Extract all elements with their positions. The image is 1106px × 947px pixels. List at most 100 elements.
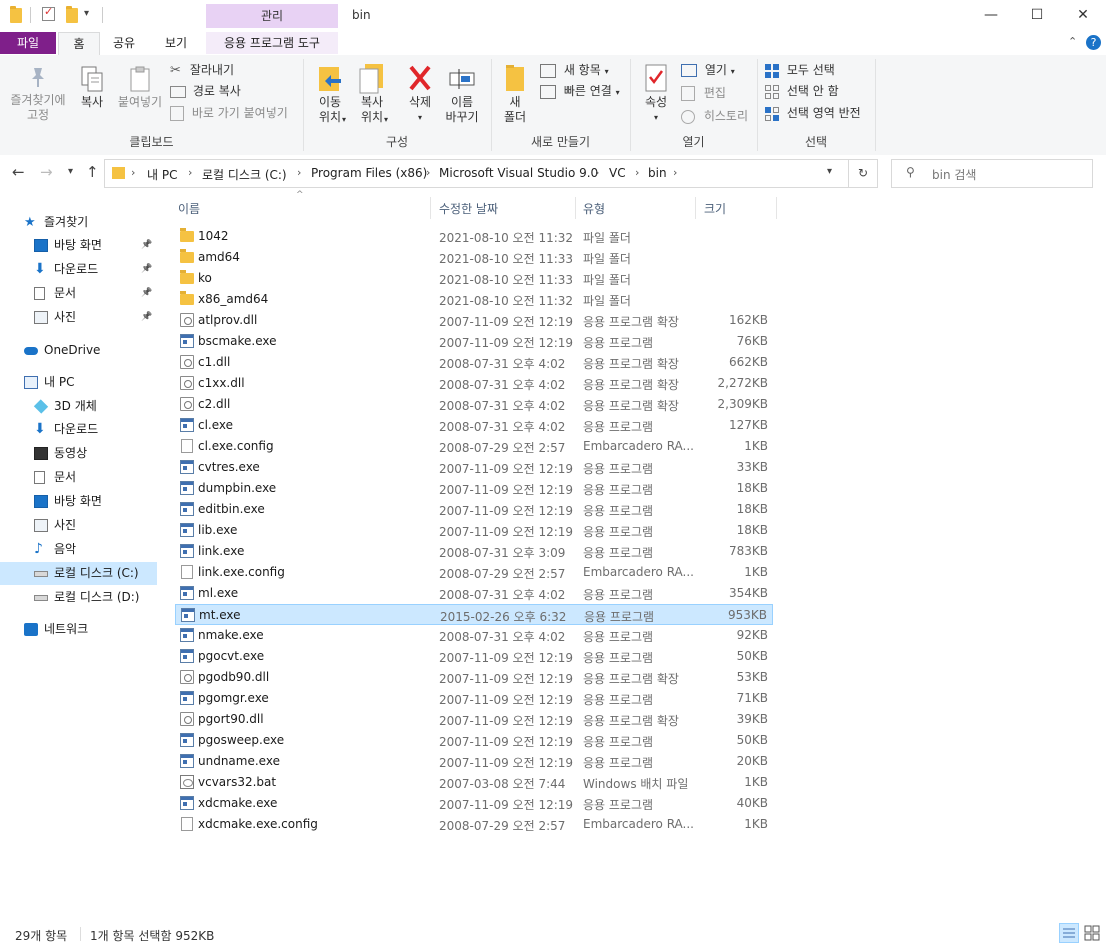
history-button[interactable]: 히스토리 — [681, 106, 748, 126]
pin-icon[interactable]: 📌 — [141, 234, 155, 257]
cut-button[interactable]: ✂ 잘라내기 — [170, 60, 234, 80]
file-row[interactable]: amd64 2021-08-10 오전 11:33 파일 폴더 — [175, 247, 773, 268]
file-row[interactable]: cl.exe 2008-07-31 오후 4:02 응용 프로그램 127KB — [175, 415, 773, 436]
nav-item-2[interactable]: 바탕 화면 📌 — [0, 234, 157, 257]
edit-button[interactable]: 편집 — [681, 83, 726, 103]
rename-button[interactable]: 이름 바꾸기 — [442, 61, 482, 125]
column-divider[interactable] — [430, 197, 431, 219]
tab-file[interactable]: 파일 — [0, 32, 56, 54]
large-icons-view-button[interactable] — [1082, 923, 1102, 943]
file-row[interactable]: link.exe 2008-07-31 오후 3:09 응용 프로그램 783KB — [175, 541, 773, 562]
delete-button[interactable]: 삭제 ▾ — [400, 61, 440, 125]
breadcrumb-bin[interactable]: bin — [648, 166, 667, 180]
file-row[interactable]: ko 2021-08-10 오전 11:33 파일 폴더 — [175, 268, 773, 289]
file-row[interactable]: c2.dll 2008-07-31 오후 4:02 응용 프로그램 확장 2,309K… — [175, 394, 773, 415]
file-row[interactable]: c1xx.dll 2008-07-31 오후 4:02 응용 프로그램 확장 2,27… — [175, 373, 773, 394]
pin-icon[interactable]: 📌 — [141, 306, 155, 329]
breadcrumb-vc[interactable]: VC — [609, 166, 626, 180]
column-divider[interactable] — [575, 197, 576, 219]
file-row[interactable]: lib.exe 2007-11-09 오전 12:19 응용 프로그램 18KB — [175, 520, 773, 541]
nav-item-17[interactable]: 네트워크 — [0, 618, 157, 641]
file-row[interactable]: pgosweep.exe 2007-11-09 오전 12:19 응용 프로그램 50… — [175, 730, 773, 751]
paste-shortcut-button[interactable]: 바로 가기 붙여넣기 — [170, 103, 288, 123]
paste-button[interactable]: 붙여넣기 — [114, 65, 166, 110]
forward-arrow-icon[interactable]: → — [40, 163, 53, 181]
address-bar[interactable]: › 내 PC › 로컬 디스크 (C:) › Program Files (x8… — [104, 159, 878, 188]
minimize-button[interactable]: — — [968, 0, 1014, 32]
tab-view[interactable]: 보기 — [156, 32, 196, 54]
nav-item-14[interactable]: ♪ 음악 — [0, 538, 157, 561]
recent-locations-icon[interactable]: ▾ — [68, 166, 73, 177]
maximize-button[interactable]: ☐ — [1014, 0, 1060, 32]
file-row[interactable]: mt.exe 2015-02-26 오후 6:32 응용 프로그램 953KB — [175, 604, 773, 625]
open-button[interactable]: 열기 ▾ — [681, 60, 735, 80]
nav-item-3[interactable]: ⬇ 다운로드 📌 — [0, 258, 157, 281]
file-row[interactable]: undname.exe 2007-11-09 오전 12:19 응용 프로그램 20K… — [175, 751, 773, 772]
breadcrumb-local-disk[interactable]: 로컬 디스크 (C:) — [202, 166, 287, 183]
properties-button[interactable]: 속성 ▾ — [638, 61, 674, 125]
file-row[interactable]: vcvars32.bat 2007-03-08 오전 7:44 Windows 배치… — [175, 772, 773, 793]
nav-item-6[interactable]: OneDrive — [0, 339, 157, 362]
copy-button[interactable]: 복사 — [74, 65, 110, 110]
nav-item-12[interactable]: 바탕 화면 — [0, 490, 157, 513]
address-dropdown-icon[interactable]: ▾ — [827, 166, 832, 177]
file-row[interactable]: xdcmake.exe.config 2008-07-29 오전 2:57 Emba… — [175, 814, 773, 835]
breadcrumb-separator-icon[interactable]: › — [595, 166, 599, 179]
file-row[interactable]: nmake.exe 2008-07-31 오후 4:02 응용 프로그램 92KB — [175, 625, 773, 646]
nav-item-7[interactable]: 내 PC — [0, 371, 157, 394]
column-divider[interactable] — [695, 197, 696, 219]
nav-item-5[interactable]: 사진 📌 — [0, 306, 157, 329]
file-row[interactable]: editbin.exe 2007-11-09 오전 12:19 응용 프로그램 18K… — [175, 499, 773, 520]
nav-item-10[interactable]: 동영상 — [0, 442, 157, 465]
select-all-button[interactable]: 모두 선택 — [765, 60, 835, 80]
file-row[interactable]: pgocvt.exe 2007-11-09 오전 12:19 응용 프로그램 50KB — [175, 646, 773, 667]
pin-icon[interactable]: 📌 — [141, 282, 155, 305]
pin-icon[interactable]: 📌 — [141, 258, 155, 281]
easy-access-button[interactable]: 빠른 연결 ▾ — [540, 81, 620, 101]
file-row[interactable]: ml.exe 2008-07-31 오후 4:02 응용 프로그램 354KB — [175, 583, 773, 604]
collapse-ribbon-icon[interactable]: ⌃ — [1068, 35, 1077, 48]
breadcrumb-visual-studio[interactable]: Microsoft Visual Studio 9.0 — [439, 166, 598, 180]
file-row[interactable]: xdcmake.exe 2007-11-09 오전 12:19 응용 프로그램 40K… — [175, 793, 773, 814]
file-row[interactable]: bscmake.exe 2007-11-09 오전 12:19 응용 프로그램 76K… — [175, 331, 773, 352]
column-header-name[interactable]: 이름 — [178, 200, 200, 217]
help-icon[interactable]: ? — [1086, 35, 1101, 50]
breadcrumb-separator-icon[interactable]: › — [131, 166, 135, 179]
new-folder-button[interactable]: 새 폴더 — [498, 61, 532, 125]
nav-item-13[interactable]: 사진 — [0, 514, 157, 537]
pin-quick-access-button[interactable]: 즐겨찾기에 고정 — [6, 65, 70, 123]
new-folder-quick-icon[interactable] — [66, 6, 78, 23]
move-to-button[interactable]: 이동 위치 ▾ — [310, 61, 350, 127]
nav-item-16[interactable]: 로컬 디스크 (D:) — [0, 586, 157, 609]
file-row[interactable]: cvtres.exe 2007-11-09 오전 12:19 응용 프로그램 33KB — [175, 457, 773, 478]
file-row[interactable]: link.exe.config 2008-07-29 오전 2:57 Embarca… — [175, 562, 773, 583]
up-arrow-icon[interactable]: ↑ — [86, 163, 99, 181]
file-row[interactable]: dumpbin.exe 2007-11-09 오전 12:19 응용 프로그램 18K… — [175, 478, 773, 499]
details-view-button[interactable] — [1059, 923, 1079, 943]
column-divider[interactable] — [776, 197, 777, 219]
breadcrumb-my-pc[interactable]: 내 PC — [147, 166, 177, 183]
column-header-size[interactable]: 크기 — [704, 200, 726, 217]
close-button[interactable]: ✕ — [1060, 0, 1106, 32]
breadcrumb-separator-icon[interactable]: › — [426, 166, 430, 179]
breadcrumb-separator-icon[interactable]: › — [635, 166, 639, 179]
nav-item-1[interactable]: ★ 즐겨찾기 — [0, 211, 157, 234]
breadcrumb-separator-icon[interactable]: › — [297, 166, 301, 179]
nav-item-11[interactable]: 문서 — [0, 466, 157, 489]
nav-item-4[interactable]: 문서 📌 — [0, 282, 157, 305]
nav-item-9[interactable]: ⬇ 다운로드 — [0, 418, 157, 441]
file-row[interactable]: x86_amd64 2021-08-10 오전 11:32 파일 폴더 — [175, 289, 773, 310]
breadcrumb-program-files[interactable]: Program Files (x86) — [311, 166, 427, 180]
qat-customize-icon[interactable]: ▾ — [84, 8, 89, 19]
breadcrumb-separator-icon[interactable]: › — [188, 166, 192, 179]
tab-app-tools[interactable]: 응용 프로그램 도구 — [206, 32, 338, 54]
tab-share[interactable]: 공유 — [104, 32, 144, 54]
nav-item-8[interactable]: 3D 개체 — [0, 395, 157, 418]
select-none-button[interactable]: 선택 안 함 — [765, 81, 839, 101]
file-row[interactable]: 1042 2021-08-10 오전 11:32 파일 폴더 — [175, 226, 773, 247]
copy-path-button[interactable]: 경로 복사 — [170, 81, 241, 101]
file-row[interactable]: cl.exe.config 2008-07-29 오전 2:57 Embarcade… — [175, 436, 773, 457]
file-row[interactable]: pgomgr.exe 2007-11-09 오전 12:19 응용 프로그램 71KB — [175, 688, 773, 709]
file-row[interactable]: pgodb90.dll 2007-11-09 오전 12:19 응용 프로그램 확장… — [175, 667, 773, 688]
column-header-date[interactable]: 수정한 날짜 — [439, 200, 498, 217]
